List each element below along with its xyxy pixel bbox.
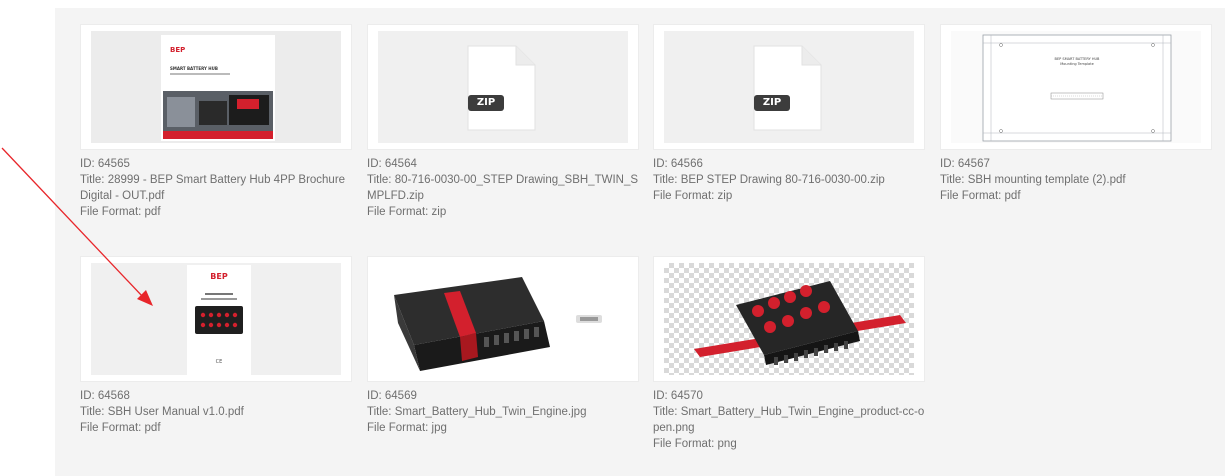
annotation-arrow-icon [1,147,153,306]
